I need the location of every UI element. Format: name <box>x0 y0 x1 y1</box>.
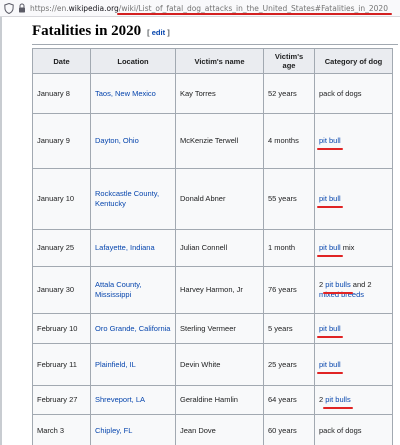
header-date[interactable]: Date <box>32 48 91 74</box>
location-link[interactable]: Chipley, FL <box>95 426 132 435</box>
table-row: January 10 Rockcastle County, Kentucky D… <box>32 168 393 230</box>
cell-date: January 25 <box>32 229 91 267</box>
header-victim-name[interactable]: Victim's name <box>175 48 264 74</box>
category-link[interactable]: pit bulls <box>323 395 354 409</box>
cell-victim-age: 25 years <box>263 343 315 386</box>
location-link[interactable]: Plainfield, IL <box>95 360 136 369</box>
location-link[interactable]: Taos, New Mexico <box>95 89 156 98</box>
category-link[interactable]: pit bull <box>317 243 343 257</box>
category-link[interactable]: pit bull <box>317 136 343 150</box>
url-prefix: https://en. <box>30 3 69 13</box>
cell-location: Attala County, Mississippi <box>90 266 176 314</box>
category-link[interactable]: pit bull <box>317 324 343 338</box>
cell-category: pit bull <box>314 168 393 230</box>
cell-date: February 27 <box>32 385 91 415</box>
tracking-shield-icon[interactable] <box>4 3 14 14</box>
header-victim-age[interactable]: Victim's age <box>263 48 315 74</box>
cell-location: Rockcastle County, Kentucky <box>90 168 176 230</box>
table-row: February 10 Oro Grande, California Sterl… <box>32 313 393 344</box>
cell-location: Plainfield, IL <box>90 343 176 386</box>
cell-victim-name: Harvey Harmon, Jr <box>175 266 264 314</box>
category-link[interactable]: pit bull <box>317 194 343 208</box>
cell-category: pit bull <box>314 313 393 344</box>
table-row: March 3 Chipley, FL Jean Dove 60 years p… <box>32 414 393 445</box>
cell-victim-name: McKenzie Terwell <box>175 113 264 169</box>
cell-victim-name: Kay Torres <box>175 73 264 114</box>
cell-date: January 8 <box>32 73 91 114</box>
cell-victim-name: Devin White <box>175 343 264 386</box>
cell-victim-name: Donald Abner <box>175 168 264 230</box>
cell-date: January 30 <box>32 266 91 314</box>
cell-category: pit bull mix <box>314 229 393 267</box>
edit-section: [ edit ] <box>147 28 170 37</box>
cell-victim-name: Julian Connell <box>175 229 264 267</box>
cell-victim-age: 52 years <box>263 73 315 114</box>
category-mid: and 2 <box>350 280 372 289</box>
category-link[interactable]: pit bulls <box>323 280 354 294</box>
cell-category: pack of dogs <box>314 73 393 114</box>
header-category[interactable]: Category of dog <box>314 48 393 74</box>
cell-category: pit bull <box>314 113 393 169</box>
lock-icon[interactable] <box>18 3 26 13</box>
location-link[interactable]: Dayton, Ohio <box>95 136 139 145</box>
table-row: February 11 Plainfield, IL Devin White 2… <box>32 343 393 386</box>
section-heading: Fatalities in 2020 [ edit ] <box>32 23 398 45</box>
cell-victim-age: 4 months <box>263 113 315 169</box>
location-link[interactable]: Shreveport, LA <box>95 395 145 404</box>
cell-victim-age: 60 years <box>263 414 315 445</box>
fatalities-table: Date Location Victim's name Victim's age… <box>32 48 393 445</box>
cell-location: Oro Grande, California <box>90 313 176 344</box>
url-path: /wiki/List_of_fatal_dog_attacks_in_the_U… <box>116 3 393 15</box>
cell-category: pack of dogs <box>314 414 393 445</box>
cell-date: January 9 <box>32 113 91 169</box>
cell-location: Shreveport, LA <box>90 385 176 415</box>
category-link[interactable]: pit bull <box>317 360 343 374</box>
address-bar[interactable]: https://en. wikipedia.org/wiki/List_of_fa… <box>0 0 400 17</box>
location-link[interactable]: Rockcastle County, Kentucky <box>95 189 159 208</box>
cell-victim-age: 5 years <box>263 313 315 344</box>
header-location[interactable]: Location <box>90 48 176 74</box>
cell-victim-name: Jean Dove <box>175 414 264 445</box>
cell-location: Taos, New Mexico <box>90 73 176 114</box>
cell-category: 2 pit bulls and 2 mixed breeds <box>314 266 393 314</box>
cell-date: February 10 <box>32 313 91 344</box>
page-left-border <box>0 17 2 445</box>
table-row: January 8 Taos, New Mexico Kay Torres 52… <box>32 73 393 114</box>
cell-victim-age: 55 years <box>263 168 315 230</box>
table-row: January 9 Dayton, Ohio McKenzie Terwell … <box>32 113 393 169</box>
edit-link[interactable]: edit <box>152 28 165 37</box>
cell-victim-age: 1 month <box>263 229 315 267</box>
cell-victim-name: Sterling Vermeer <box>175 313 264 344</box>
cell-victim-age: 64 years <box>263 385 315 415</box>
cell-victim-age: 76 years <box>263 266 315 314</box>
table-header-row: Date Location Victim's name Victim's age… <box>32 48 393 74</box>
table-row: January 25 Lafayette, Indiana Julian Con… <box>32 229 393 267</box>
cell-victim-name: Geraldine Hamlin <box>175 385 264 415</box>
cell-date: January 10 <box>32 168 91 230</box>
location-link[interactable]: Lafayette, Indiana <box>95 243 155 252</box>
cell-location: Lafayette, Indiana <box>90 229 176 267</box>
cell-date: March 3 <box>32 414 91 445</box>
url-domain: wikipedia.org <box>68 3 119 13</box>
section-title: Fatalities in 2020 <box>32 23 142 39</box>
cell-category: pit bull <box>314 343 393 386</box>
cell-date: February 11 <box>32 343 91 386</box>
location-link[interactable]: Attala County, Mississippi <box>95 280 142 299</box>
cell-location: Dayton, Ohio <box>90 113 176 169</box>
cell-category: 2 pit bulls <box>314 385 393 415</box>
table-row: February 27 Shreveport, LA Geraldine Ham… <box>32 385 393 415</box>
category-suffix: mix <box>340 243 355 252</box>
table-row: January 30 Attala County, Mississippi Ha… <box>32 266 393 314</box>
location-link[interactable]: Oro Grande, California <box>95 324 170 333</box>
cell-location: Chipley, FL <box>90 414 176 445</box>
